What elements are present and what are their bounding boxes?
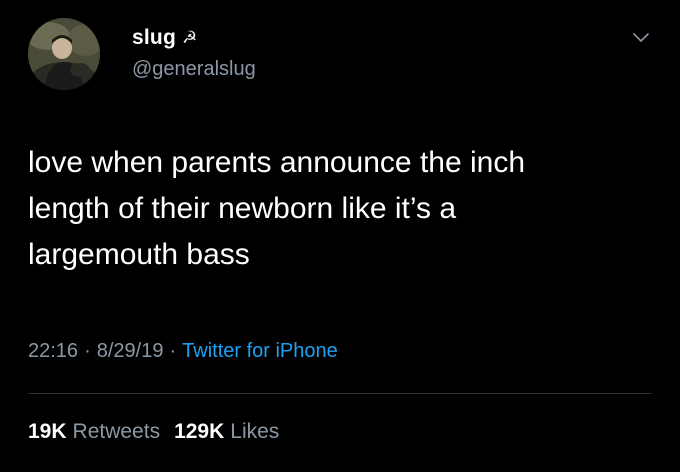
- tweet-date[interactable]: 8/29/19: [97, 340, 164, 363]
- tweet-source-link[interactable]: Twitter for iPhone: [182, 340, 338, 363]
- hammer-sickle-emoji: ☭: [181, 28, 198, 48]
- user-handle[interactable]: @generalslug: [132, 58, 256, 81]
- tweet-text-line: length of their newborn like it’s a: [28, 192, 457, 225]
- meta-separator: ·: [84, 340, 91, 362]
- display-name[interactable]: slug: [132, 26, 176, 50]
- tweet-text: love when parents announce the inch leng…: [28, 140, 648, 278]
- chevron-down-icon[interactable]: [632, 32, 650, 44]
- tweet-stats: 19K Retweets 129K Likes: [28, 420, 279, 444]
- divider: [28, 393, 652, 394]
- tweet-card: slug ☭ @generalslug love when parents an…: [0, 0, 680, 472]
- retweets-stat[interactable]: 19K Retweets: [28, 420, 160, 444]
- tweet-meta: 22:16 · 8/29/19 · Twitter for iPhone: [28, 340, 338, 363]
- tweet-text-line: love when parents announce the inch: [28, 146, 526, 179]
- likes-label: Likes: [230, 420, 280, 443]
- avatar[interactable]: [28, 18, 100, 90]
- likes-stat[interactable]: 129K Likes: [174, 420, 279, 444]
- likes-count: 129K: [174, 420, 225, 443]
- display-name-row[interactable]: slug ☭: [132, 26, 197, 50]
- retweets-count: 19K: [28, 420, 67, 443]
- tweet-time[interactable]: 22:16: [28, 340, 78, 363]
- tweet-text-line: largemouth bass: [28, 238, 250, 271]
- meta-separator: ·: [169, 340, 177, 362]
- retweets-label: Retweets: [72, 420, 161, 443]
